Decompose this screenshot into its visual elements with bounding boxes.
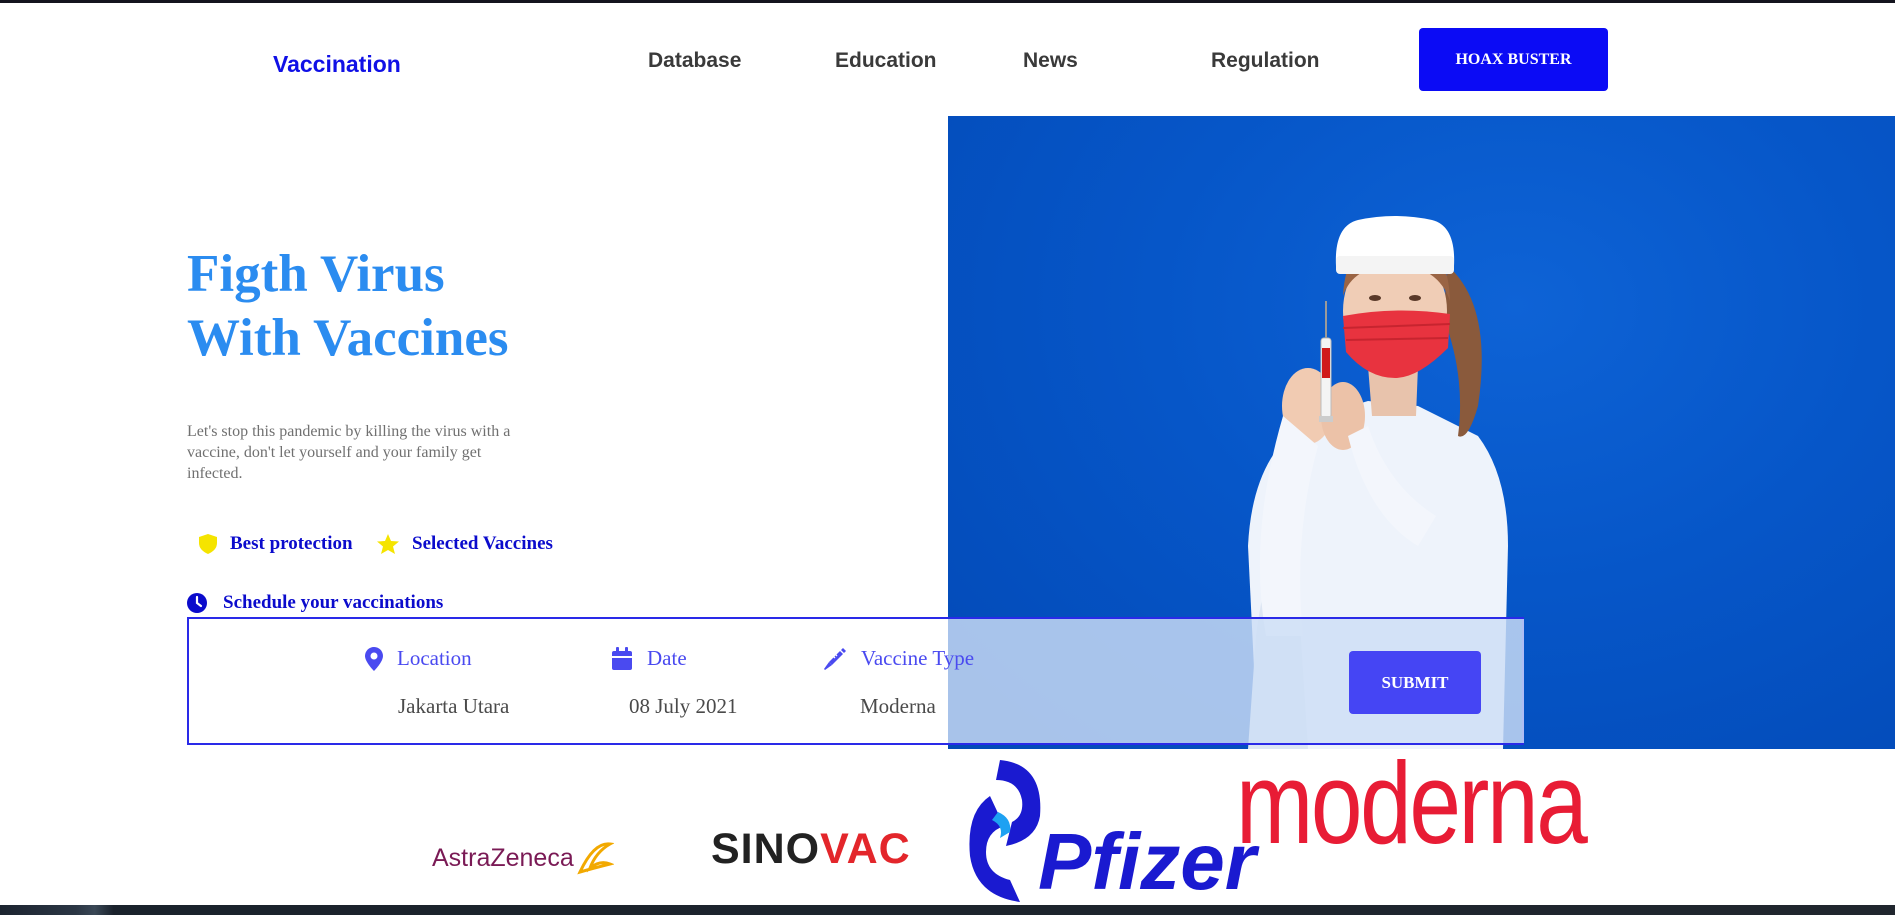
astrazeneca-wordmark: AstraZeneca [432, 843, 574, 872]
bottom-taskbar-strip [0, 905, 1895, 915]
star-icon [377, 534, 399, 554]
brand-logo[interactable]: Vaccination [273, 51, 401, 78]
sinovac-logo: SINOVAC [711, 825, 911, 874]
location-field-label: Location [365, 646, 472, 671]
sinovac-wordmark-a: SINO [711, 825, 821, 873]
nav-link-news[interactable]: News [1023, 49, 1078, 73]
location-label: Location [397, 646, 472, 670]
hoax-buster-button[interactable]: HOAX BUSTER [1419, 28, 1608, 91]
vaccine-type-field-label: Vaccine Type [823, 646, 974, 671]
moderna-logo: moderna [1236, 738, 1588, 868]
vaccine-type-label: Vaccine Type [861, 646, 975, 670]
submit-button[interactable]: SUBMIT [1349, 651, 1481, 714]
schedule-heading: Schedule your vaccinations [187, 592, 443, 614]
pfizer-logo: Pfizer [960, 756, 1256, 906]
top-border [0, 0, 1895, 3]
hero-title: Figth Virus With Vaccines [187, 242, 747, 370]
hero-title-line-1: Figth Virus [187, 245, 445, 303]
hero-title-line-2: With Vaccines [187, 309, 509, 367]
location-value[interactable]: Jakarta Utara [398, 694, 509, 719]
pfizer-helix-icon [969, 760, 1041, 902]
astrazeneca-logo: AstraZeneca [432, 838, 614, 878]
nav-link-education[interactable]: Education [835, 49, 937, 73]
schedule-label: Schedule your vaccinations [223, 592, 444, 613]
sinovac-wordmark-b: VAC [820, 825, 911, 873]
date-field-label: Date [611, 646, 687, 671]
feature-label: Best protection [230, 533, 353, 554]
vaccine-type-value[interactable]: Moderna [860, 694, 936, 719]
feature-label: Selected Vaccines [412, 533, 553, 554]
map-pin-icon [365, 646, 383, 671]
astrazeneca-symbol-icon [576, 842, 614, 875]
date-value[interactable]: 08 July 2021 [629, 694, 738, 719]
feature-selected-vaccines: Selected Vaccines [376, 533, 553, 555]
vaccination-booking-form: Location Jakarta Utara Date 08 July 2021… [187, 617, 1524, 745]
clock-icon [187, 593, 207, 613]
calendar-icon [612, 646, 632, 670]
syringe-icon [824, 647, 846, 670]
shield-icon [199, 534, 217, 554]
pfizer-wordmark: Pfizer [1038, 817, 1256, 906]
feature-best-protection: Best protection [198, 533, 353, 555]
nav-link-regulation[interactable]: Regulation [1211, 49, 1320, 73]
hero-description: Let's stop this pandemic by killing the … [187, 423, 511, 482]
date-label: Date [647, 646, 687, 670]
nav-link-database[interactable]: Database [648, 49, 741, 73]
